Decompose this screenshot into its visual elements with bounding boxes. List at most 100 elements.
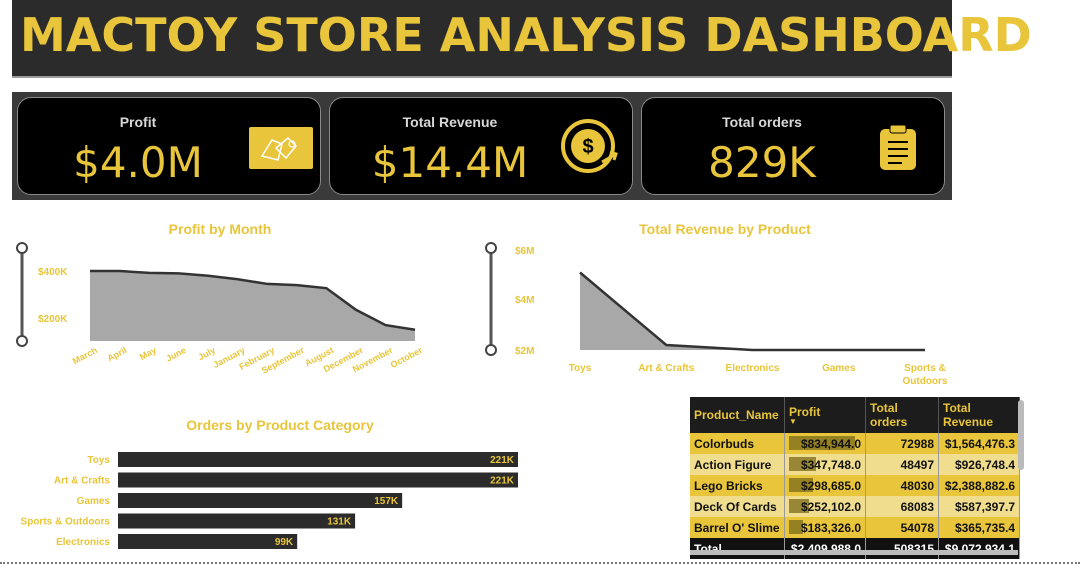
slider-handle-bottom[interactable]	[16, 335, 28, 347]
category-label: Art & Crafts	[54, 476, 111, 487]
cell-total-label: Total	[690, 538, 785, 559]
cell-profit: $252,102.0	[784, 496, 866, 517]
category-bar	[118, 493, 403, 508]
table-scrollbar[interactable]	[1018, 400, 1024, 470]
y-tick-label: $6M	[515, 246, 534, 257]
column-header-total-orders[interactable]: Total orders	[865, 397, 939, 433]
kpi-card-revenue[interactable]: Total Revenue $14.4M $	[329, 97, 633, 195]
cell-profit: $834,944.0	[784, 433, 866, 454]
table-row[interactable]: Colorbuds $834,944.0 72988 $1,564,476.3	[690, 433, 1020, 454]
kpi-label: Total Revenue	[402, 114, 498, 130]
cell-product-name: Lego Bricks	[690, 475, 785, 496]
cell-revenue: $926,748.4	[938, 454, 1020, 475]
bar-value-label: 157K	[374, 496, 399, 507]
cell-orders: 72988	[865, 433, 939, 454]
cell-orders: 48497	[865, 454, 939, 475]
kpi-value: $14.4M	[371, 138, 529, 187]
column-header-product-name[interactable]: Product_Name	[690, 397, 785, 433]
x-tick-label: April	[106, 345, 129, 363]
kpi-label: Total orders	[722, 114, 802, 130]
cell-product-name: Deck Of Cards	[690, 496, 785, 517]
y-tick-label: $2M	[515, 346, 534, 357]
kpi-card-orders[interactable]: Total orders 829K	[641, 97, 945, 195]
cell-product-name: Barrel O' Slime	[690, 517, 785, 538]
gloves-card-icon	[249, 127, 313, 169]
kpi-bar: Profit $4.0M Total Revenue $14.4M $ Tota…	[12, 92, 952, 200]
bar-value-label: 221K	[490, 455, 515, 466]
revenue-slider[interactable]	[481, 240, 501, 360]
cell-total-orders: 508315	[865, 538, 939, 559]
cell-revenue: $2,388,882.6	[938, 475, 1020, 496]
table-row[interactable]: Barrel O' Slime $183,326.0 54078 $365,73…	[690, 517, 1020, 538]
category-bar	[118, 534, 298, 549]
cell-profit-value: $347,748.0	[800, 457, 861, 472]
cell-total-revenue: $9,072,934.1	[938, 538, 1020, 559]
cell-profit-value: $298,685.0	[800, 478, 861, 493]
product-table: Product_Name Profit ▼ Total orders Total …	[690, 397, 1020, 559]
cell-product-name: Colorbuds	[690, 433, 785, 454]
dashboard-title: MACTOY STORE ANALYSIS DASHBOARD	[20, 8, 1032, 62]
x-tick-label: May	[138, 345, 158, 362]
cell-orders: 54078	[865, 517, 939, 538]
orders-by-category-title: Orders by Product Category	[186, 417, 374, 433]
x-tick-label: Sports &	[904, 363, 946, 374]
sort-desc-icon[interactable]: ▼	[789, 418, 861, 426]
orders-by-category-chart: Toys 221K Art & Crafts 221K Games 157K Sports …	[21, 452, 518, 549]
profit-slider[interactable]	[12, 240, 32, 350]
kpi-label: Profit	[119, 114, 157, 130]
x-tick-label: October	[389, 345, 425, 370]
cell-profit: $347,748.0	[784, 454, 866, 475]
table-total-row: Total $2,409,988.0 508315 $9,072,934.1	[690, 538, 1020, 559]
slider-handle-bottom[interactable]	[485, 344, 497, 356]
table-horizontal-scrollbar[interactable]	[690, 550, 1018, 555]
x-tick-label: Games	[822, 363, 856, 374]
category-label: Games	[77, 496, 111, 507]
cell-profit-value: $834,944.0	[800, 436, 861, 451]
y-tick-label: $200K	[38, 314, 68, 325]
revenue-by-product-title: Total Revenue by Product	[639, 221, 811, 237]
category-bar	[118, 513, 356, 529]
x-tick-label: Electronics	[726, 363, 780, 374]
cell-orders: 48030	[865, 475, 939, 496]
table-row[interactable]: Deck Of Cards $252,102.0 68083 $587,397.…	[690, 496, 1020, 517]
revenue-by-product-chart: $6M $4M $2M Toys Art & Crafts Electronics G…	[515, 246, 948, 387]
cell-total-profit: $2,409,988.0	[784, 538, 866, 559]
table-row[interactable]: Lego Bricks $298,685.0 48030 $2,388,882.…	[690, 475, 1020, 496]
y-tick-label: $4M	[515, 295, 534, 306]
x-tick-label: Toys	[569, 363, 592, 374]
bar-value-label: 221K	[490, 476, 515, 487]
kpi-value: 829K	[708, 138, 816, 187]
cell-product-name: Action Figure	[690, 454, 785, 475]
profit-by-month-title: Profit by Month	[168, 221, 272, 237]
column-header-profit[interactable]: Profit ▼	[784, 397, 866, 433]
profit-by-month-chart: $400K $200K March April May June JulyJanuary…	[38, 267, 425, 376]
kpi-card-profit[interactable]: Profit $4.0M	[17, 97, 321, 195]
x-tick-label: March	[71, 345, 99, 366]
cell-revenue: $365,735.4	[938, 517, 1020, 538]
x-tick-label: Outdoors	[903, 376, 948, 387]
category-label: Electronics	[56, 537, 110, 548]
cell-revenue: $1,564,476.3	[938, 433, 1020, 454]
slider-handle-top[interactable]	[16, 242, 28, 254]
cell-profit-value: $252,102.0	[800, 499, 861, 514]
column-header-total-revenue[interactable]: Total Revenue	[938, 397, 1020, 433]
slider-handle-top[interactable]	[485, 242, 497, 254]
table-header-row: Product_Name Profit ▼ Total orders Total …	[690, 397, 1020, 433]
cell-profit: $298,685.0	[784, 475, 866, 496]
x-tick-label: Art & Crafts	[638, 363, 695, 374]
kpi-value: $4.0M	[73, 138, 203, 187]
title-bar: MACTOY STORE ANALYSIS DASHBOARD	[12, 0, 1032, 78]
page-divider	[0, 562, 1080, 566]
cell-profit-value: $183,326.0	[800, 520, 861, 535]
svg-text:$: $	[582, 136, 593, 158]
clipboard-icon	[880, 124, 916, 170]
category-label: Toys	[87, 455, 110, 466]
table-row[interactable]: Action Figure $347,748.0 48497 $926,748.…	[690, 454, 1020, 475]
y-tick-label: $400K	[38, 267, 68, 278]
dollar-refresh-icon: $	[561, 119, 618, 173]
cell-revenue: $587,397.7	[938, 496, 1020, 517]
category-bar	[118, 472, 518, 488]
bar-value-label: 99K	[275, 537, 294, 548]
cell-profit: $183,326.0	[784, 517, 866, 538]
category-bar	[118, 452, 518, 467]
